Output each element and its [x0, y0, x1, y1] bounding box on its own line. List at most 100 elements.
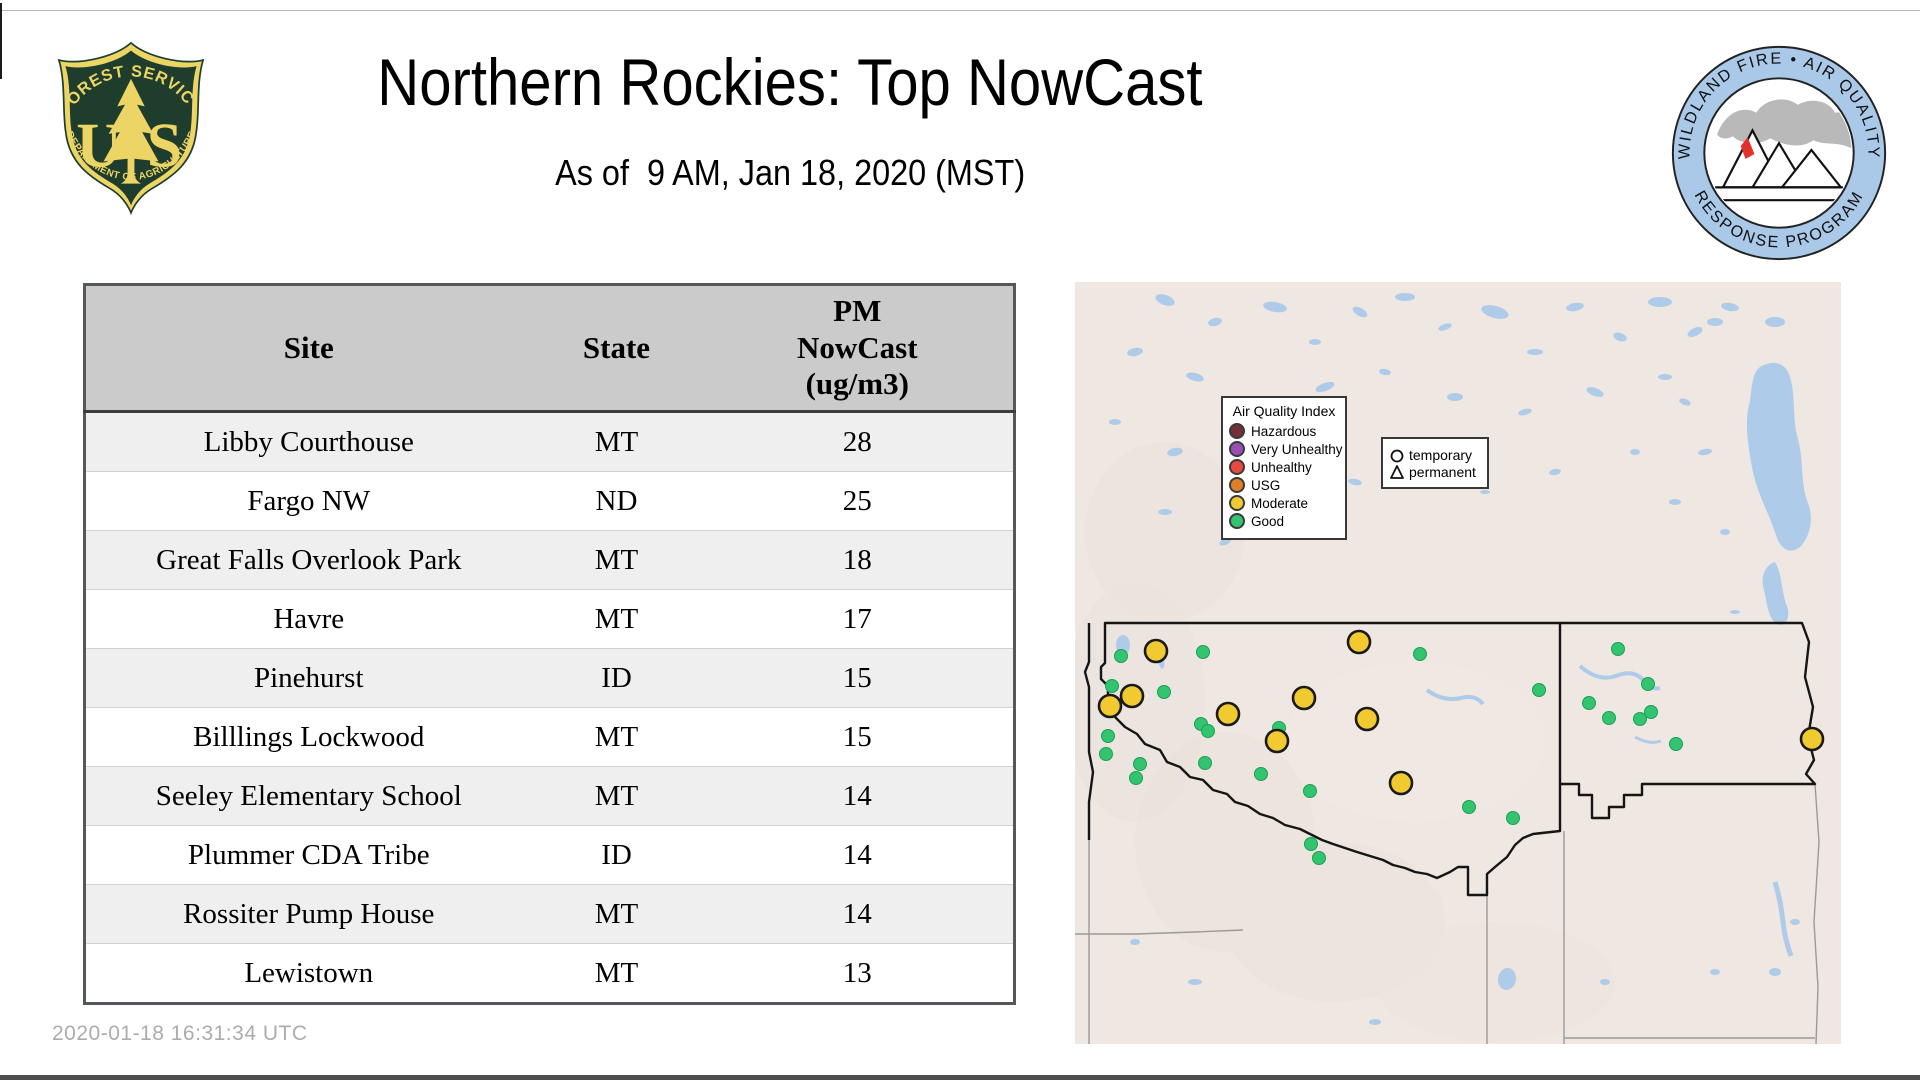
cell-value: 17	[701, 589, 1015, 649]
cell-site: Rossiter Pump House	[84, 884, 532, 944]
aqi-legend-item: Hazardous	[1229, 423, 1339, 439]
moderate-site-marker	[1097, 693, 1123, 719]
moderate-site-marker	[1346, 629, 1372, 655]
permanent-monitor-icon	[1390, 464, 1404, 479]
column-header-state: State	[531, 284, 702, 413]
good-site-marker	[1462, 800, 1476, 814]
cell-state: MT	[531, 530, 702, 590]
good-site-marker	[1196, 645, 1210, 659]
cell-state: MT	[531, 411, 702, 472]
legend-row-temporary: temporary	[1389, 446, 1481, 463]
moderate-site-marker	[1143, 638, 1169, 664]
moderate-site-marker	[1291, 685, 1317, 711]
good-site-marker	[1198, 756, 1212, 770]
moderate-site-marker	[1215, 701, 1241, 727]
aqi-map: >	[1075, 282, 1841, 1044]
cell-value: 18	[701, 530, 1015, 590]
table-body: Libby Courthouse MT 28 Fargo NW ND 25 Great Fa…	[84, 411, 1015, 1004]
good-site-marker	[1254, 767, 1268, 781]
aqi-legend-label: Unhealthy	[1251, 459, 1312, 475]
aqi-legend-item: USG	[1229, 477, 1339, 493]
column-header-pm: PM NowCast (ug/m3)	[701, 284, 1015, 413]
cell-site: Billlings Lockwood	[84, 707, 532, 767]
good-site-marker	[1101, 729, 1115, 743]
table-row: Great Falls Overlook Park MT 18	[84, 530, 1015, 590]
table-row: Libby Courthouse MT 28	[84, 411, 1015, 472]
good-site-marker	[1669, 737, 1683, 751]
aqi-legend-item: Good	[1229, 513, 1339, 529]
good-site-marker	[1582, 696, 1596, 710]
good-site-marker	[1644, 705, 1658, 719]
aqi-legend-items: Hazardous Very Unhealthy Unhealthy USG Moder…	[1229, 423, 1343, 529]
map-canvas: >	[1075, 282, 1841, 1044]
cell-value: 14	[701, 766, 1015, 826]
permanent-label: permanent	[1409, 463, 1476, 480]
cell-site: Lewistown	[84, 943, 532, 1004]
generation-timestamp: 2020-01-18 16:31:34 UTC	[52, 1022, 308, 1045]
cell-site: Plummer CDA Tribe	[84, 825, 532, 885]
cell-state: ID	[531, 648, 702, 708]
moderate-site-marker	[1119, 683, 1145, 709]
good-site-marker	[1602, 711, 1616, 725]
temporary-label: temporary	[1409, 446, 1473, 463]
table-row: Rossiter Pump House MT 14	[84, 884, 1015, 944]
cell-value: 28	[701, 411, 1015, 472]
aqi-legend-item: Unhealthy	[1229, 459, 1339, 475]
temporary-monitor-icon	[1390, 449, 1404, 462]
aqi-legend-title: Air Quality Index	[1232, 403, 1336, 419]
good-site-marker	[1506, 811, 1520, 825]
table-header-row: Site State PM NowCast (ug/m3)	[84, 284, 1015, 413]
good-site-marker	[1129, 771, 1143, 785]
fs-logo-letter-s: S	[147, 109, 182, 180]
aqi-legend-label: USG	[1251, 477, 1281, 493]
aqi-legend: Air Quality Index Hazardous Very Unhealth…	[1221, 396, 1347, 540]
cell-value: 25	[701, 471, 1015, 531]
good-site-marker	[1304, 837, 1318, 851]
left-edge-artifact	[0, 3, 2, 79]
moderate-site-marker	[1354, 706, 1380, 732]
good-site-marker	[1611, 642, 1625, 656]
usg-dot-icon	[1229, 477, 1245, 493]
bottom-edge-bar	[0, 1075, 1920, 1080]
cell-state: MT	[531, 707, 702, 767]
aqi-legend-label: Good	[1251, 513, 1285, 529]
cell-value: 15	[701, 648, 1015, 708]
cell-state: MT	[531, 766, 702, 826]
aqi-legend-item: Very Unhealthy	[1229, 441, 1343, 457]
cell-state: ND	[531, 471, 702, 531]
cell-value: 14	[701, 884, 1015, 944]
cell-site: Fargo NW	[84, 471, 532, 531]
legend-row-permanent: permanent	[1389, 463, 1481, 480]
cell-value: 14	[701, 825, 1015, 885]
hazardous-dot-icon	[1229, 423, 1245, 439]
moderate-dot-icon	[1229, 495, 1245, 511]
very_unhealthy-dot-icon	[1229, 441, 1245, 457]
unhealthy-dot-icon	[1229, 459, 1245, 475]
cell-site: Great Falls Overlook Park	[84, 530, 532, 590]
table-row: Billlings Lockwood MT 15	[84, 707, 1015, 767]
table-row: Lewistown MT 13	[84, 943, 1015, 1004]
cell-value: 13	[701, 943, 1015, 1004]
good-site-marker	[1105, 679, 1119, 693]
good-site-marker	[1312, 851, 1326, 865]
cell-site: Pinehurst	[84, 648, 532, 708]
good-site-marker	[1532, 683, 1546, 697]
table-row: Pinehurst ID 15	[84, 648, 1015, 708]
cell-site: Seeley Elementary School	[84, 766, 532, 826]
page-subtitle: As of 9 AM, Jan 18, 2020 (MST)	[554, 152, 1025, 193]
table-row: Plummer CDA Tribe ID 14	[84, 825, 1015, 885]
nowcast-table: Site State PM NowCast (ug/m3) Libby Cour…	[83, 283, 1016, 1005]
monitor-type-legend: temporary permanent	[1381, 437, 1489, 489]
cell-state: MT	[531, 589, 702, 649]
good-site-marker	[1413, 647, 1427, 661]
moderate-site-marker	[1799, 726, 1825, 752]
cell-state: MT	[531, 884, 702, 944]
report-page: FOREST SERVICE DEPARTMENT OF AGRICULTURE…	[0, 0, 1920, 1080]
aqi-legend-item: Moderate	[1229, 495, 1339, 511]
good-site-marker	[1133, 757, 1147, 771]
aqi-legend-label: Hazardous	[1251, 423, 1317, 439]
good-site-marker	[1114, 649, 1128, 663]
good-site-marker	[1303, 784, 1317, 798]
table-row: Seeley Elementary School MT 14	[84, 766, 1015, 826]
good-site-marker	[1157, 685, 1171, 699]
